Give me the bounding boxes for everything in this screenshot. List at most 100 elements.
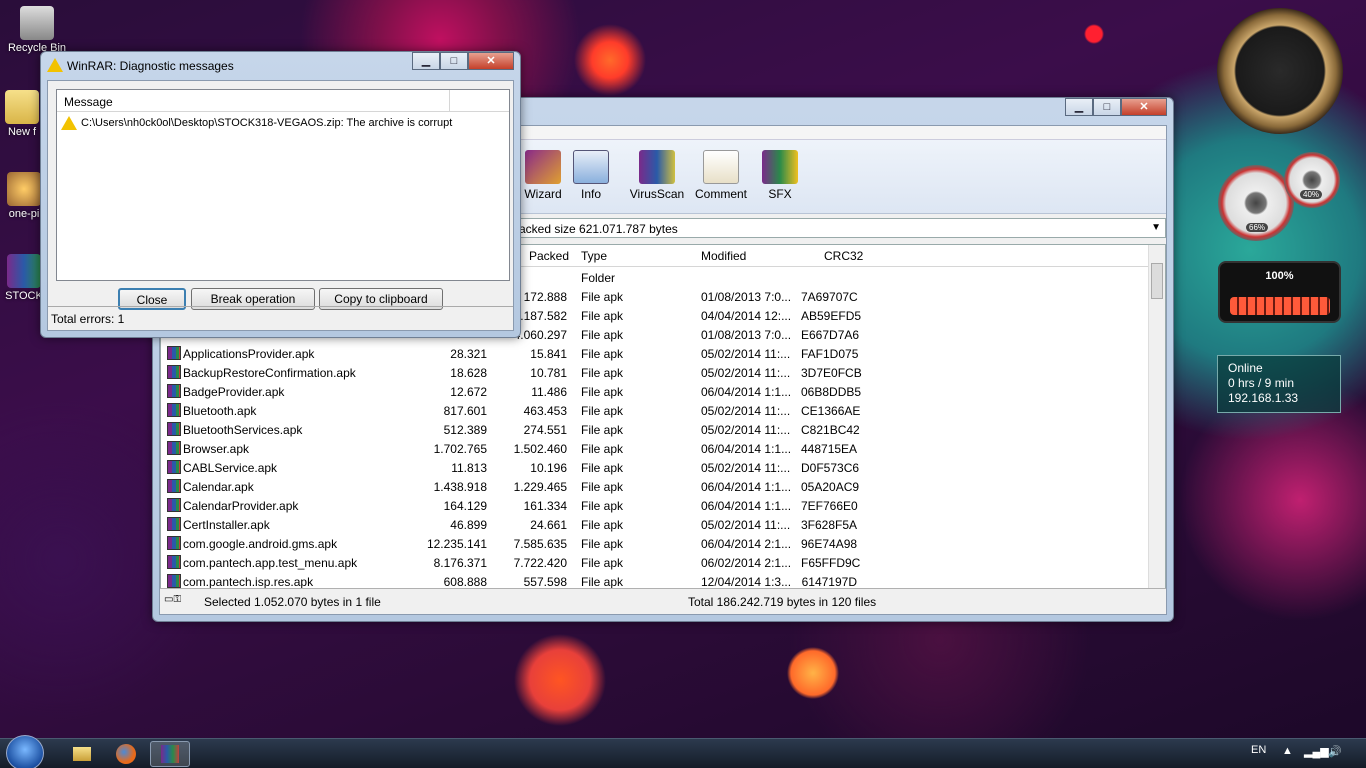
column-crc32[interactable]: CRC32 <box>824 249 863 263</box>
column-modified[interactable]: Modified <box>701 249 746 263</box>
memory-percent: 40% <box>1300 190 1323 199</box>
maximize-button[interactable]: □ <box>1093 98 1121 116</box>
cell-name: CABLService.apk <box>183 461 278 475</box>
winrar-archive-icon <box>7 254 41 288</box>
total-errors-text: Total errors: 1 <box>51 312 125 326</box>
language-indicator[interactable]: EN <box>1251 744 1266 756</box>
cell-crc: 6147197D <box>801 575 857 589</box>
chevron-down-icon[interactable]: ▼ <box>1151 222 1161 233</box>
chevron-up-icon[interactable]: ▲ <box>1282 745 1293 757</box>
winrar-file-icon <box>167 403 181 417</box>
toolbar-sfx-button[interactable]: SFX <box>745 150 815 201</box>
cell-type: File apk <box>581 423 624 437</box>
column-packed[interactable]: Packed <box>529 249 569 263</box>
message-list: Message C:\Users\nh0ck0ol\Desktop\STOCK3… <box>56 89 510 281</box>
cell-crc: 05A20AC9 <box>801 480 860 494</box>
memory-meter-gadget[interactable]: 40% <box>1284 152 1340 208</box>
toolbar-info-button[interactable]: Info <box>556 150 626 201</box>
winrar-file-icon <box>167 365 181 379</box>
table-row[interactable]: ApplicationsProvider.apk 28.321 15.841 File… <box>161 344 1151 363</box>
winrar-file-icon <box>167 384 181 398</box>
winrar-file-icon <box>167 517 181 531</box>
cell-type: File apk <box>581 404 624 418</box>
cell-packed: 7.722.420 <box>513 556 567 570</box>
cell-crc: D0F573C6 <box>801 461 860 475</box>
minimize-button[interactable]: ▁ <box>1065 98 1093 116</box>
cell-type: File apk <box>581 442 624 456</box>
cell-type: File apk <box>581 499 624 513</box>
volume-icon[interactable]: 🔊 <box>1328 745 1342 758</box>
cpu-meter-gadget[interactable]: 66% <box>1218 165 1294 241</box>
winrar-file-icon <box>167 422 181 436</box>
maximize-button[interactable]: □ <box>440 52 468 70</box>
sfx-icon <box>762 150 798 184</box>
cell-type: File apk <box>581 385 624 399</box>
cell-packed: 15.841 <box>530 347 567 361</box>
toolbar-label: Comment <box>694 187 747 201</box>
cell-packed: 7.585.635 <box>513 537 567 551</box>
toolbar-label: SFX <box>768 187 792 201</box>
comment-icon <box>703 150 739 184</box>
status-bar: ▭⚿ Selected 1.052.070 bytes in 1 file To… <box>160 588 1166 614</box>
column-message[interactable]: Message <box>64 95 113 109</box>
battery-gadget[interactable]: 100% <box>1218 261 1341 323</box>
cell-packed: 11.486 <box>531 385 567 399</box>
column-type[interactable]: Type <box>581 249 607 263</box>
minimize-button[interactable]: ▁ <box>412 52 440 70</box>
table-row[interactable]: Calendar.apk 1.438.918 1.229.465 File apk 06… <box>161 477 1151 496</box>
cpu-percent: 66% <box>1246 223 1269 232</box>
status-total: Total 186.242.719 bytes in 120 files <box>688 595 877 609</box>
cell-name: BadgeProvider.apk <box>183 385 285 399</box>
warning-icon <box>47 58 63 72</box>
winrar-file-icon <box>167 460 181 474</box>
cell-name: Calendar.apk <box>183 480 254 494</box>
vertical-scrollbar[interactable] <box>1148 245 1165 593</box>
clock-gadget[interactable] <box>1217 8 1343 134</box>
column-divider <box>449 90 450 112</box>
network-status: Online <box>1228 361 1263 375</box>
start-button[interactable] <box>6 735 44 768</box>
cell-type: File apk <box>581 328 624 342</box>
cell-crc: 3D7E0FCB <box>801 366 862 380</box>
cell-type: File apk <box>581 537 624 551</box>
desktop-icon-recycle-bin[interactable]: Recycle Bin <box>1 6 73 54</box>
close-button[interactable]: ✕ <box>468 52 514 70</box>
cell-packed: 24.661 <box>530 518 567 532</box>
cell-type: File apk <box>581 290 624 304</box>
table-row[interactable]: com.pantech.app.test_menu.apk 8.176.371 7.… <box>161 553 1151 572</box>
cell-packed: 463.453 <box>523 404 567 418</box>
toolbar-virusscan-button[interactable]: VirusScan <box>622 150 692 201</box>
firefox-taskbar-icon[interactable] <box>106 741 146 767</box>
message-text: C:\Users\nh0ck0ol\Desktop\STOCK318-VEGAO… <box>81 117 453 129</box>
table-row[interactable]: CalendarProvider.apk 164.129 161.334 File a… <box>161 496 1151 515</box>
network-gadget[interactable]: Online 0 hrs / 9 min 192.168.1.33 <box>1217 355 1341 413</box>
table-row[interactable]: CABLService.apk 11.813 10.196 File apk 05/02… <box>161 458 1151 477</box>
cell-size: 1.702.765 <box>433 442 487 456</box>
explorer-taskbar-icon[interactable] <box>62 741 102 767</box>
table-row[interactable]: BackupRestoreConfirmation.apk 18.628 10.78… <box>161 363 1151 382</box>
network-ip: 192.168.1.33 <box>1228 391 1299 405</box>
desktop-icon-label: New f <box>7 126 37 138</box>
cell-size: 817.601 <box>443 404 487 418</box>
network-time: 0 hrs / 9 min <box>1228 376 1295 390</box>
cell-crc: F65FFD9C <box>801 556 861 570</box>
winrar-file-icon <box>167 536 181 550</box>
table-row[interactable]: BluetoothServices.apk 512.389 274.551 File … <box>161 420 1151 439</box>
table-row[interactable]: com.google.android.gms.apk 12.235.141 7.58… <box>161 534 1151 553</box>
table-row[interactable]: BadgeProvider.apk 12.672 11.486 File apk 06/… <box>161 382 1151 401</box>
scroll-thumb[interactable] <box>1151 263 1163 299</box>
close-button[interactable]: ✕ <box>1121 98 1167 116</box>
cell-type: Folder <box>581 271 616 285</box>
cell-size: 164.129 <box>443 499 487 513</box>
table-row[interactable]: Browser.apk 1.702.765 1.502.460 File apk 06/… <box>161 439 1151 458</box>
table-row[interactable]: CertInstaller.apk 46.899 24.661 File apk 05/… <box>161 515 1151 534</box>
network-signal-icon[interactable]: ▂▄▆ <box>1304 745 1329 758</box>
address-field[interactable]: acked size 621.071.787 bytes ▼ <box>514 218 1166 238</box>
winrar-file-icon <box>167 346 181 360</box>
cell-crc: AB59EFD5 <box>801 309 862 323</box>
winrar-file-icon <box>167 441 181 455</box>
cell-type: File apk <box>581 556 624 570</box>
message-row[interactable]: C:\Users\nh0ck0ol\Desktop\STOCK318-VEGAO… <box>61 116 452 130</box>
table-row[interactable]: Bluetooth.apk 817.601 463.453 File apk 05/02… <box>161 401 1151 420</box>
winrar-taskbar-icon[interactable] <box>150 741 190 767</box>
